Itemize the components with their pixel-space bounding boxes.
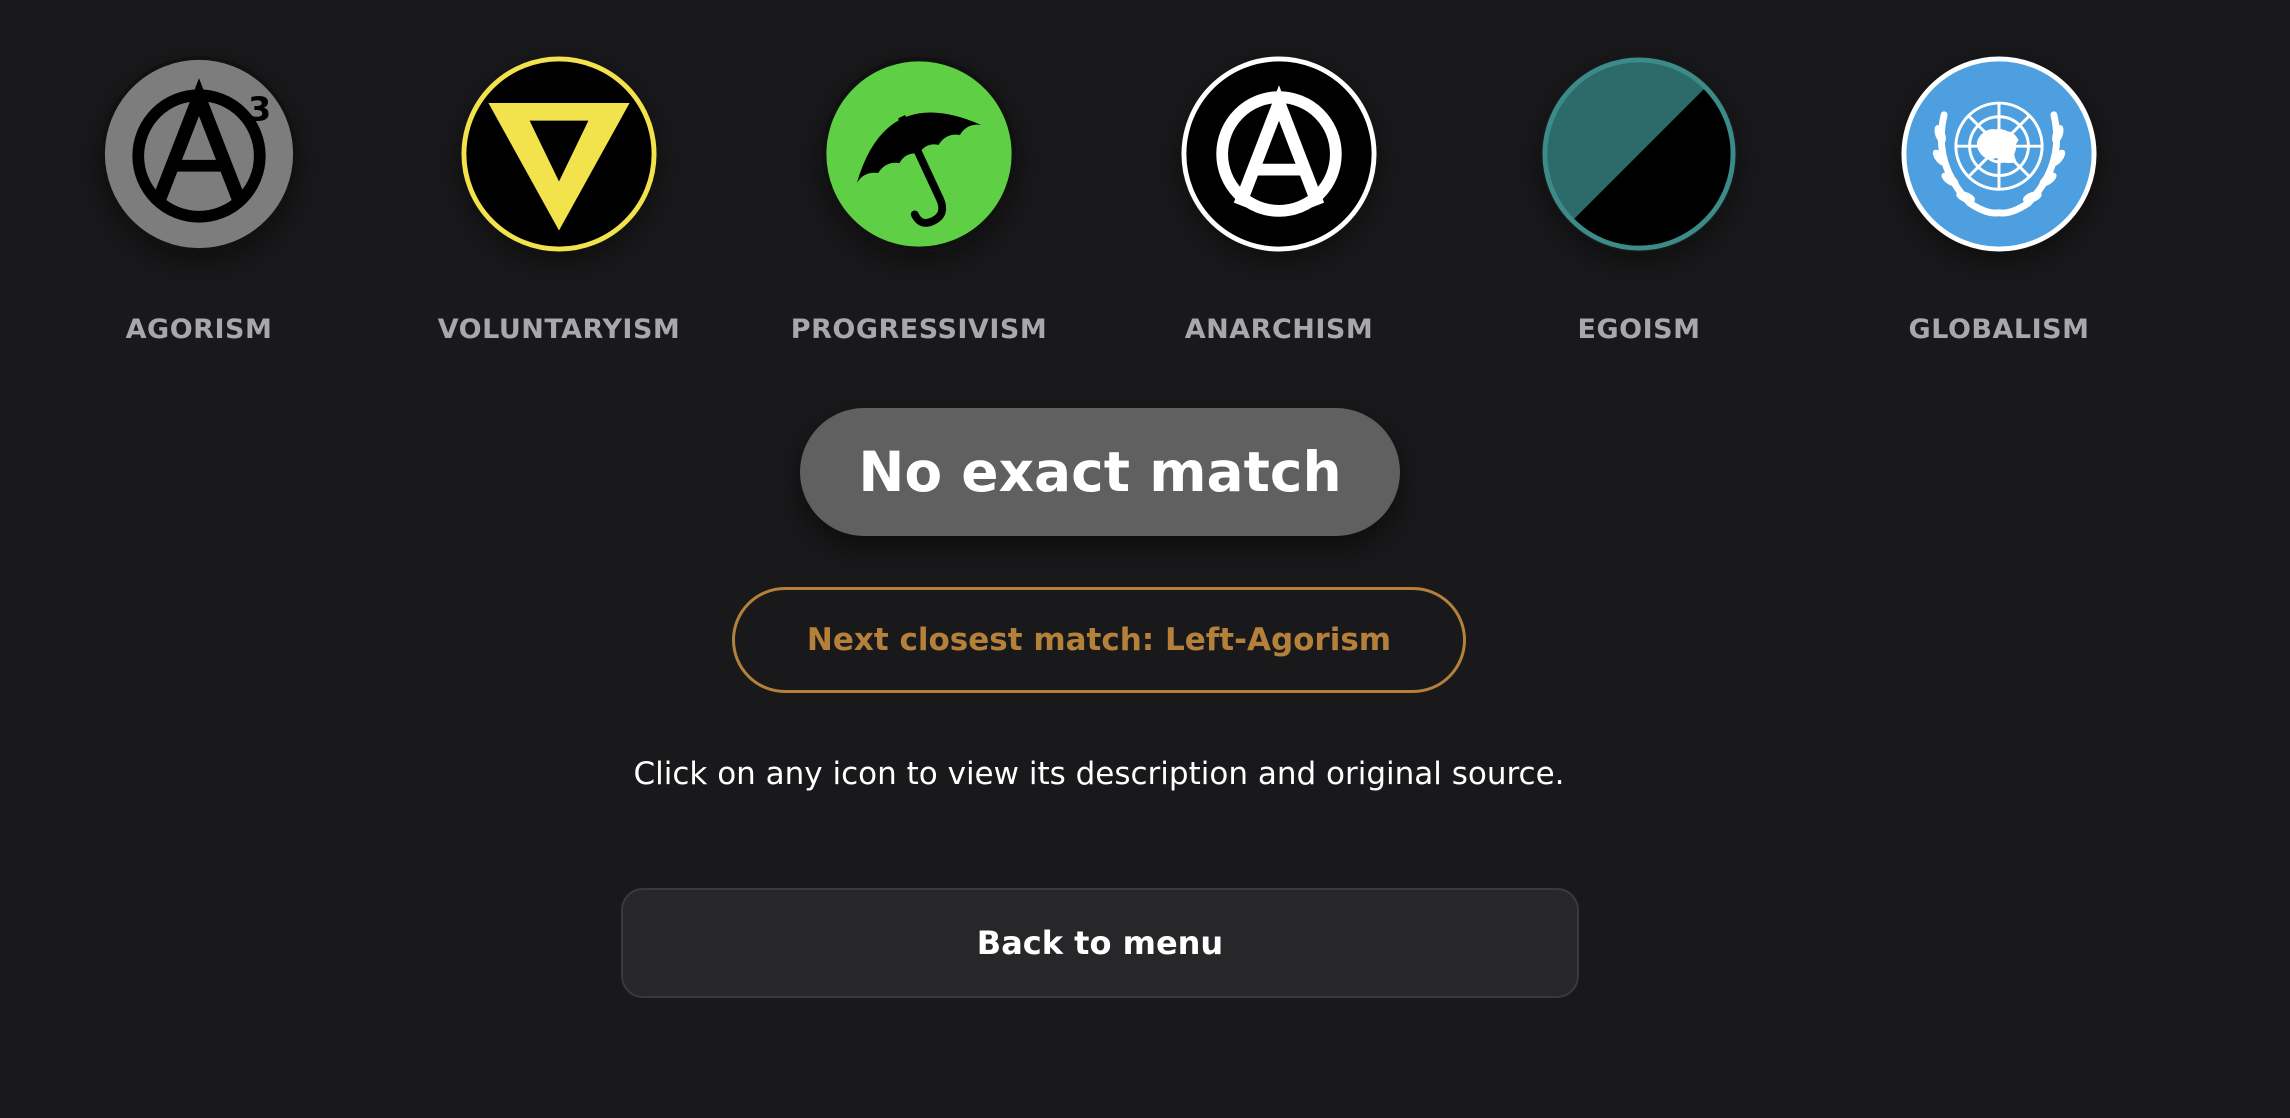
result-headline-badge: No exact match (800, 408, 1400, 536)
ideology-anarchism[interactable]: ANARCHISM (1129, 56, 1429, 345)
ideology-label: GLOBALISM (1908, 314, 2090, 345)
ideology-globalism[interactable]: GLOBALISM (1849, 56, 2149, 345)
next-closest-match-button[interactable]: Next closest match: Left-Agorism (732, 587, 1466, 693)
ideology-agorism[interactable]: 3 AGORISM (49, 56, 349, 345)
progressivism-icon[interactable] (821, 56, 1017, 252)
ideology-label: EGOISM (1577, 314, 1701, 345)
ideology-label: VOLUNTARYISM (437, 314, 681, 345)
voluntaryism-icon[interactable] (461, 56, 657, 252)
ideology-label: PROGRESSIVISM (790, 314, 1048, 345)
anarchism-icon[interactable] (1181, 56, 1377, 252)
results-page: 3 AGORISM VOLUNTARYISM PROGRESSIVISM ANA… (0, 0, 2290, 1118)
egoism-icon[interactable] (1541, 56, 1737, 252)
svg-text:3: 3 (248, 90, 271, 129)
ideology-label: ANARCHISM (1184, 314, 1374, 345)
ideology-egoism[interactable]: EGOISM (1489, 56, 1789, 345)
icon-hint-text: Click on any icon to view its descriptio… (633, 756, 1565, 792)
agorism-icon[interactable]: 3 (101, 56, 297, 252)
ideology-label: AGORISM (125, 314, 273, 345)
ideology-progressivism[interactable]: PROGRESSIVISM (769, 56, 1069, 345)
back-to-menu-button[interactable]: Back to menu (621, 888, 1579, 998)
ideology-voluntaryism[interactable]: VOLUNTARYISM (409, 56, 709, 345)
ideology-icon-row: 3 AGORISM VOLUNTARYISM PROGRESSIVISM ANA… (0, 56, 2290, 356)
globalism-icon[interactable] (1901, 56, 2097, 252)
